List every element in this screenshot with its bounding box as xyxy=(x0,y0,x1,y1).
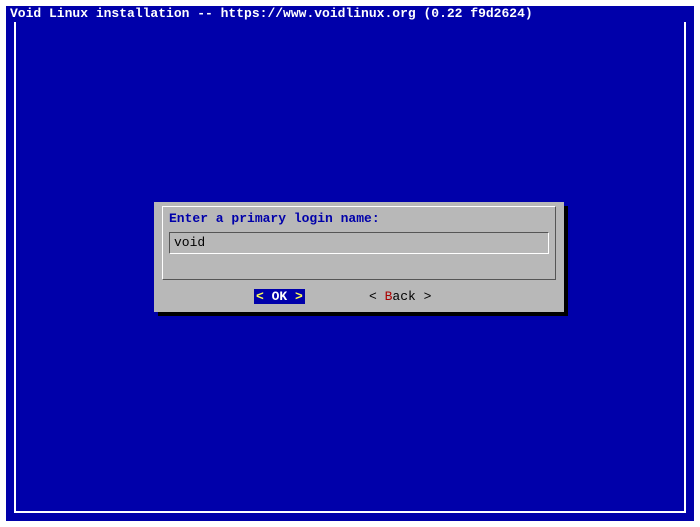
ok-label: OK xyxy=(264,289,295,304)
login-name-input[interactable]: void xyxy=(169,232,549,254)
prompt-label: Enter a primary login name: xyxy=(163,207,555,232)
chevron-right-icon: > xyxy=(424,289,432,304)
chevron-left-icon: < xyxy=(369,289,385,304)
chevron-left-icon: < xyxy=(256,289,264,304)
button-row: < OK > < Back > xyxy=(154,286,564,306)
ok-button[interactable]: < OK > xyxy=(254,289,305,304)
login-name-value: void xyxy=(170,233,548,253)
dialog-content: Enter a primary login name: void xyxy=(162,206,556,280)
chevron-right-icon: > xyxy=(295,289,303,304)
window-title: Void Linux installation -- https://www.v… xyxy=(6,6,694,22)
back-label-rest: ack xyxy=(392,289,423,304)
installer-screen: Void Linux installation -- https://www.v… xyxy=(6,6,694,521)
login-name-dialog: Enter a primary login name: void < OK > … xyxy=(154,202,564,312)
back-button[interactable]: < Back > xyxy=(369,289,431,304)
